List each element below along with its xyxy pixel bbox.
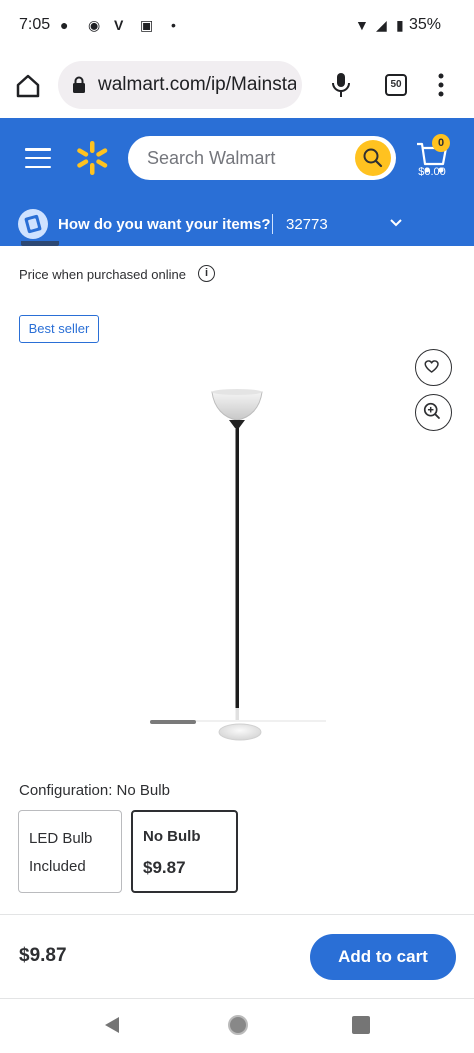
address-bar[interactable]: walmart.com/ip/Mainsta [58, 61, 302, 109]
walmart-spark-icon[interactable] [72, 138, 112, 178]
chevron-down-icon[interactable] [389, 218, 403, 228]
android-nav-bar [0, 999, 474, 1053]
cart-count-badge: 0 [432, 134, 450, 152]
search-button[interactable] [355, 140, 391, 176]
search-input[interactable]: Search Walmart [128, 136, 396, 180]
option-name: LED Bulb Included [29, 830, 93, 875]
option-price: $9.87 [143, 858, 186, 877]
lock-icon [73, 76, 85, 93]
favorite-button[interactable] [415, 349, 452, 386]
footer-price: $9.87 [19, 945, 67, 966]
option-led-bulb-included[interactable]: LED Bulb Included [18, 810, 122, 893]
status-bar: 7:05 ● ◉ V ▣ • ▼ ◢ ▮ 35% [0, 0, 474, 52]
home-icon[interactable] [14, 72, 42, 100]
delivery-zip: 32773 [286, 216, 328, 233]
instagram-icon: ▣ [140, 17, 154, 33]
delivery-question: How do you want your items? [58, 216, 271, 233]
hamburger-icon[interactable] [25, 148, 51, 169]
add-to-cart-button[interactable]: Add to cart [310, 934, 456, 980]
url-text: walmart.com/ip/Mainsta [98, 74, 296, 95]
status-time: 7:05 [19, 16, 51, 33]
kebab-menu-icon[interactable] [436, 72, 446, 98]
mic-icon[interactable] [330, 72, 352, 98]
venmo-icon: V [114, 17, 124, 33]
delivery-bar[interactable]: How do you want your items? 32773 [0, 206, 474, 246]
wifi-icon: ▼ [355, 17, 369, 33]
battery-percent: 35% [408, 16, 441, 33]
tab-switcher-button[interactable]: 50 [385, 74, 407, 96]
recents-icon[interactable] [352, 1016, 370, 1034]
clipped-price-remnant [19, 238, 64, 248]
page: 7:05 ● ◉ V ▣ • ▼ ◢ ▮ 35% walmart.com/ip/… [0, 0, 474, 1053]
price-note: Price when purchased online [19, 267, 186, 282]
product-image-floor-lamp[interactable] [140, 380, 340, 750]
search-icon [363, 148, 383, 168]
zoom-in-icon [423, 402, 440, 419]
best-seller-badge: Best seller [19, 315, 99, 343]
image-carousel-indicator [150, 720, 326, 724]
configuration-label: Configuration: No Bulb [19, 782, 170, 799]
footer-divider [0, 914, 474, 915]
option-no-bulb[interactable]: No Bulb $9.87 [131, 810, 238, 893]
option-name: No Bulb [143, 828, 201, 845]
zoom-button[interactable] [415, 394, 452, 431]
browser-toolbar: walmart.com/ip/Mainsta 50 [0, 52, 474, 118]
search-placeholder: Search Walmart [147, 148, 276, 168]
delivery-icon [18, 209, 48, 239]
more-notifications-icon: • [171, 17, 176, 33]
heart-icon [424, 360, 439, 373]
signal-icon: ◢ [376, 17, 387, 33]
cart-total: $0.00 [418, 166, 446, 178]
info-icon[interactable]: i [198, 265, 215, 282]
battery-icon: ▮ [396, 17, 404, 33]
home-nav-icon[interactable] [228, 1015, 248, 1035]
delivery-separator [272, 214, 273, 234]
clipped-underline [380, 244, 458, 246]
messenger-icon: ◉ [88, 17, 101, 33]
back-icon[interactable] [103, 1016, 121, 1034]
snapchat-icon: ● [60, 17, 69, 33]
